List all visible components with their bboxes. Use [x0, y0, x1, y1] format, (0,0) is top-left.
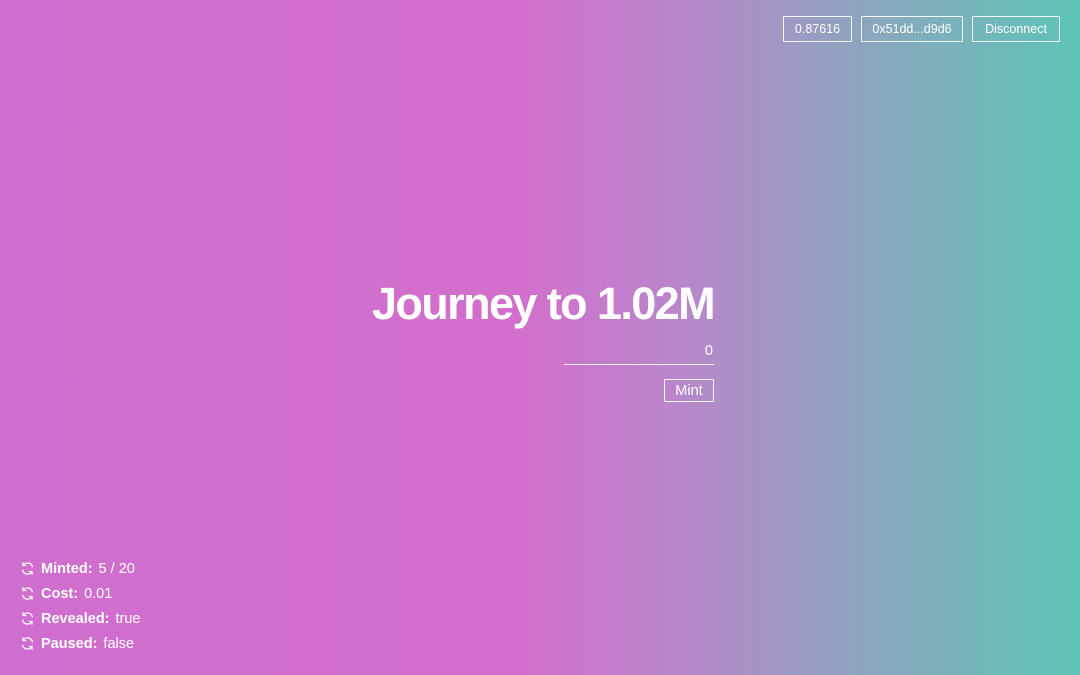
stat-cost: Cost: 0.01	[20, 584, 141, 603]
stat-label: Paused:	[41, 635, 98, 652]
stat-paused: Paused: false	[20, 634, 141, 653]
stat-value: 5 / 20	[98, 560, 135, 577]
stat-label: Cost:	[41, 585, 79, 602]
stat-minted: Minted: 5 / 20	[20, 559, 141, 578]
wallet-address-badge: 0x51dd...d9d6	[861, 16, 963, 42]
balance-badge: 0.87616	[783, 16, 852, 42]
stat-label: Minted:	[41, 560, 93, 577]
stat-value: false	[103, 635, 135, 652]
refresh-icon[interactable]	[20, 611, 35, 626]
mint-amount-input[interactable]	[564, 341, 714, 365]
disconnect-button[interactable]: Disconnect	[972, 16, 1060, 42]
page-title: Journey to 1.02M	[371, 278, 716, 329]
stat-value: true	[115, 610, 141, 627]
wallet-bar: 0.87616 0x51dd...d9d6 Disconnect	[783, 16, 1060, 42]
stat-value: 0.01	[84, 585, 113, 602]
stat-revealed: Revealed: true	[20, 609, 141, 628]
refresh-icon[interactable]	[20, 561, 35, 576]
stat-label: Revealed:	[41, 610, 110, 627]
mint-panel: Journey to 1.02M Mint	[371, 278, 716, 402]
refresh-icon[interactable]	[20, 586, 35, 601]
refresh-icon[interactable]	[20, 636, 35, 651]
contract-stats: Minted: 5 / 20 Cost: 0.01 Revealed: true	[20, 559, 141, 653]
mint-button[interactable]: Mint	[664, 379, 714, 402]
